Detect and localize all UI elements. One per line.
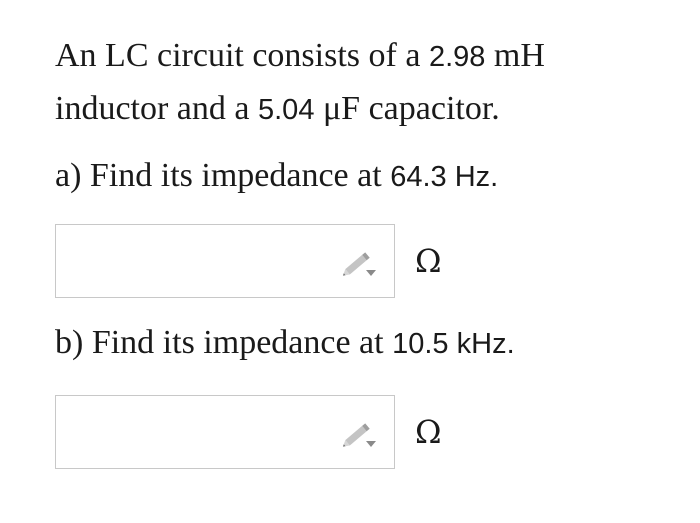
pencil-icon[interactable] [340, 418, 380, 450]
question-a-frequency: 64.3 [390, 161, 447, 193]
answer-box-a[interactable] [55, 224, 395, 298]
unit-ohm-b: Ω [415, 413, 442, 451]
question-a-frequency-unit: Hz. [446, 161, 499, 193]
question-b: b) Find its impedance at 10.5 kHz. [55, 317, 675, 370]
unit-ohm-a: Ω [415, 242, 442, 280]
inductance-value: 2.98 [428, 41, 486, 73]
intro-text-2: inductor and a [55, 90, 258, 127]
question-b-frequency: 10.5 [392, 328, 449, 360]
problem-statement-line-1: An LC circuit consists of a 2.98 mH [55, 30, 675, 83]
answer-row-b: Ω [55, 394, 675, 470]
answer-row-a: Ω [55, 223, 675, 299]
inductance-unit: mH [485, 37, 545, 74]
question-b-frequency-unit: kHz. [448, 328, 515, 360]
problem-container: An LC circuit consists of a 2.98 mH indu… [55, 30, 675, 470]
question-a: a) Find its impedance at 64.3 Hz. [55, 150, 675, 203]
problem-statement-line-2: inductor and a 5.04 μF capacitor. [55, 83, 675, 136]
question-b-label: b) Find its impedance at [55, 324, 393, 361]
question-a-label: a) Find its impedance at [55, 157, 391, 194]
capacitance-value: 5.04 [258, 94, 315, 126]
intro-text: An LC circuit consists of a [55, 37, 429, 74]
capacitance-unit: μF capacitor. [314, 90, 500, 127]
pencil-icon[interactable] [340, 247, 380, 279]
answer-box-b[interactable] [55, 395, 395, 469]
